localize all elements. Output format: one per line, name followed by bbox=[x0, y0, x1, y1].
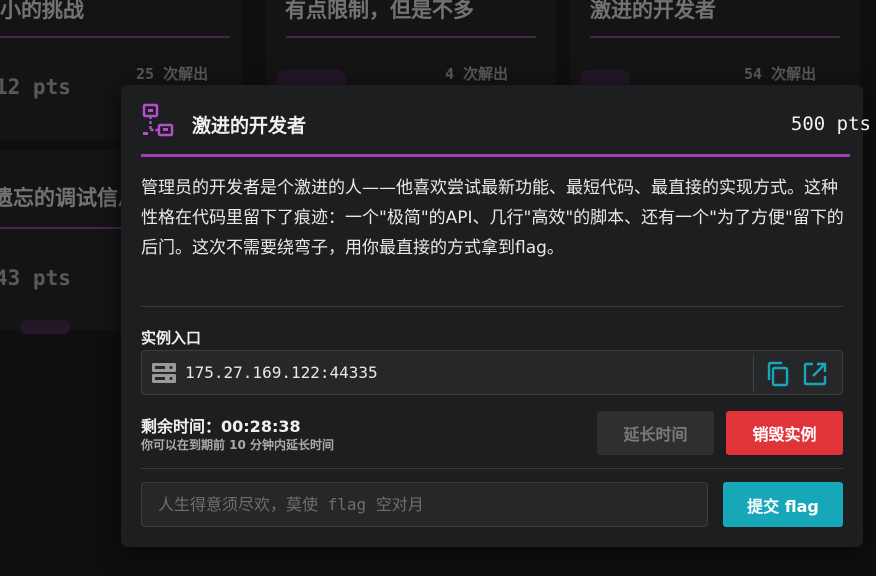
flag-input[interactable] bbox=[141, 482, 708, 527]
challenge-description: 管理员的开发者是个激进的人——他喜欢尝试最新功能、最短代码、最直接的实现方式。这… bbox=[141, 178, 844, 258]
submit-flag-button[interactable]: 提交 flag bbox=[723, 482, 843, 527]
modal-header: 激进的开发者 500 pts bbox=[141, 103, 871, 143]
modal-title: 激进的开发者 bbox=[192, 115, 307, 137]
remaining-time: 剩余时间：00:28:38 bbox=[141, 413, 301, 437]
server-icon bbox=[151, 361, 177, 387]
instance-entry: 175.27.169.122:44335 bbox=[141, 350, 843, 395]
title-divider bbox=[141, 154, 850, 157]
flag-section-divider bbox=[141, 468, 843, 469]
remaining-time-label: 剩余时间： bbox=[141, 417, 222, 436]
challenge-modal: 激进的开发者 500 pts 管理员的开发者是个激进的人——他喜欢尝试最新功能、… bbox=[121, 85, 871, 547]
extend-hint: 你可以在到期前 10 分钟内延长时间 bbox=[141, 438, 335, 452]
remaining-time-value: 00:28:38 bbox=[221, 417, 301, 436]
network-icon bbox=[141, 103, 175, 137]
section-divider bbox=[141, 306, 843, 307]
modal-points: 500 pts bbox=[790, 113, 871, 135]
extend-time-button[interactable]: 延长时间 bbox=[597, 411, 714, 455]
destroy-instance-button[interactable]: 销毁实例 bbox=[726, 411, 843, 455]
copy-icon[interactable] bbox=[764, 360, 792, 388]
open-external-icon[interactable] bbox=[801, 360, 829, 388]
instance-label: 实例入口 bbox=[141, 329, 202, 347]
instance-address: 175.27.169.122:44335 bbox=[185, 363, 378, 382]
instance-actions-divider bbox=[753, 355, 754, 391]
